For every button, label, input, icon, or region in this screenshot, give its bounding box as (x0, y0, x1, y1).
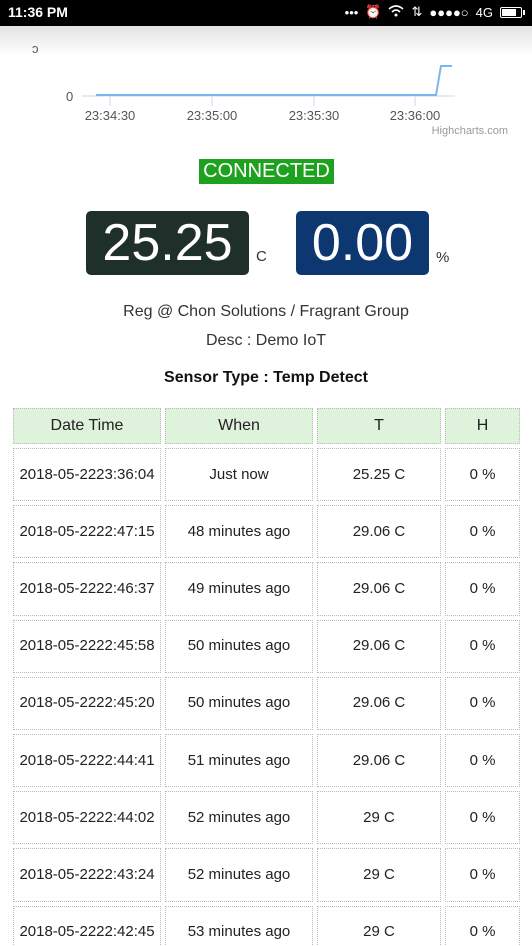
cell-date: 2018-05-22 (19, 579, 97, 597)
cell-date-time: 2018-05-22 22:42:45 (13, 905, 161, 946)
cell-when: 51 minutes ago (165, 733, 313, 788)
cell-temperature: 29 C (317, 905, 441, 946)
cell-when: 53 minutes ago (165, 905, 313, 946)
description-text: Desc : Demo IoT (205, 332, 327, 349)
cell-date-time: 2018-05-22 22:46:37 (13, 562, 161, 616)
cell-date: 2018-05-22 (19, 751, 97, 769)
table-row: 2018-05-22 22:47:15 48 minutes ago 29.06 C0… (13, 503, 520, 560)
cell-date: 2018-05-22 (19, 865, 97, 883)
signal-icon: ●●●●○ (429, 4, 469, 20)
table-row: 2018-05-22 22:45:20 50 minutes ago 29.06 C0… (13, 675, 520, 732)
cell-date-time: 2018-05-22 23:36:04 (13, 448, 161, 502)
clock: 11:36 PM (8, 4, 68, 20)
cell-date-time: 2018-05-22 22:45:20 (13, 676, 161, 730)
sensor-type: Sensor Type : Temp Detect (164, 369, 368, 386)
cell-temperature: 29.06 C (317, 619, 441, 673)
battery-icon (500, 6, 525, 18)
x-tick-label: 23:36:00 (390, 108, 441, 123)
cell-temperature: 29 C (317, 848, 441, 902)
more-icon: ••• (344, 4, 359, 20)
table-row: 2018-05-22 22:44:02 52 minutes ago 29 C0 % (13, 789, 520, 846)
cell-date: 2018-05-22 (19, 522, 97, 540)
cell-date-time: 2018-05-22 22:44:41 (13, 733, 161, 788)
cell-date-time: 2018-05-22 22:43:24 (13, 848, 161, 902)
humidity-unit: % (436, 249, 450, 266)
header-date-time[interactable]: Date Time (13, 408, 161, 444)
cell-date: 2018-05-22 (19, 923, 97, 941)
registration-text: Reg @ Chon Solutions / Fragrant Group (123, 303, 409, 320)
wifi-icon (388, 4, 405, 20)
cell-time: 23:36:04 (96, 465, 155, 483)
alarm-off-icon: ⏰ (365, 4, 382, 19)
table-row: 2018-05-22 22:46:37 49 minutes ago 29.06 C0… (13, 560, 520, 617)
table-row: 2018-05-22 22:43:24 52 minutes ago 29 C0 % (13, 846, 520, 903)
cell-humidity: 0 % (445, 905, 520, 946)
table-row: 2018-05-22 22:45:58 50 minutes ago 29.06 C0… (13, 618, 520, 675)
x-tick-label: 23:34:30 (85, 108, 136, 123)
readings-table: Date Time When T H 2018-05-22 23:36:04 Jus… (13, 406, 520, 946)
table-body: 2018-05-22 23:36:04 Just now 25.25 C0 % 2018… (13, 446, 520, 946)
temperature-unit: C (256, 248, 267, 265)
cell-date-time: 2018-05-22 22:45:58 (13, 619, 161, 673)
cell-humidity: 0 % (445, 448, 520, 502)
cell-humidity: 0 % (445, 733, 520, 788)
header-humidity[interactable]: H (445, 408, 520, 444)
y-tick-label: 0 (66, 89, 73, 104)
table-header-row: Date Time When T H (13, 406, 520, 446)
cell-when: 52 minutes ago (165, 791, 313, 845)
network-type: 4G (475, 4, 493, 20)
cell-when: Just now (165, 448, 313, 502)
data-transfer-icon: ⇅ (411, 4, 423, 19)
cell-date-time: 2018-05-22 22:44:02 (13, 791, 161, 845)
cell-date: 2018-05-22 (19, 694, 97, 712)
header-temperature[interactable]: T (317, 408, 441, 444)
cell-humidity: 0 % (445, 848, 520, 902)
connection-status-badge: CONNECTED (199, 159, 334, 184)
chart-top-glyph: ɔ (32, 41, 39, 56)
table-row: 2018-05-22 22:44:41 51 minutes ago 29.06 C0… (13, 732, 520, 789)
cell-time: 22:47:15 (96, 522, 155, 540)
cell-time: 22:45:20 (96, 694, 155, 712)
cell-humidity: 0 % (445, 505, 520, 559)
cell-temperature: 29.06 C (317, 562, 441, 616)
table-row: 2018-05-22 22:42:45 53 minutes ago 29 C0 % (13, 904, 520, 946)
humidity-value: 0.00 (296, 211, 429, 275)
cell-time: 22:42:45 (96, 923, 155, 941)
cell-when: 52 minutes ago (165, 848, 313, 902)
cell-when: 49 minutes ago (165, 562, 313, 616)
cell-temperature: 29.06 C (317, 676, 441, 730)
cell-humidity: 0 % (445, 791, 520, 845)
cell-when: 50 minutes ago (165, 619, 313, 673)
cell-time: 22:44:02 (96, 808, 155, 826)
cell-time: 22:45:58 (96, 637, 155, 655)
cell-temperature: 29 C (317, 791, 441, 845)
table-row: 2018-05-22 23:36:04 Just now 25.25 C0 % (13, 446, 520, 503)
cell-date: 2018-05-22 (19, 637, 97, 655)
cell-time: 22:43:24 (96, 865, 155, 883)
status-bar: 11:36 PM ••• ⏰ ⇅ ●●●●○ 4G (0, 0, 532, 26)
sensor-chart: ɔ 0 23:34:30 23:35:00 23:35:30 23:36:00 Hig… (0, 26, 532, 144)
cell-time: 22:46:37 (96, 579, 155, 597)
series-line (96, 65, 452, 96)
cell-humidity: 0 % (445, 676, 520, 730)
cell-temperature: 29.06 C (317, 733, 441, 788)
cell-humidity: 0 % (445, 619, 520, 673)
cell-humidity: 0 % (445, 562, 520, 616)
x-tick-label: 23:35:30 (289, 108, 340, 123)
header-when[interactable]: When (165, 408, 313, 444)
status-icons: ••• ⏰ ⇅ ●●●●○ 4G (344, 4, 525, 20)
cell-when: 50 minutes ago (165, 676, 313, 730)
cell-time: 22:44:41 (96, 751, 155, 769)
temperature-value: 25.25 (86, 211, 249, 275)
cell-date-time: 2018-05-22 22:47:15 (13, 505, 161, 559)
x-tick-label: 23:35:00 (187, 108, 238, 123)
chart-credits[interactable]: Highcharts.com (432, 125, 508, 137)
cell-temperature: 25.25 C (317, 448, 441, 502)
cell-temperature: 29.06 C (317, 505, 441, 559)
cell-when: 48 minutes ago (165, 505, 313, 559)
cell-date: 2018-05-22 (19, 465, 97, 483)
cell-date: 2018-05-22 (19, 808, 97, 826)
